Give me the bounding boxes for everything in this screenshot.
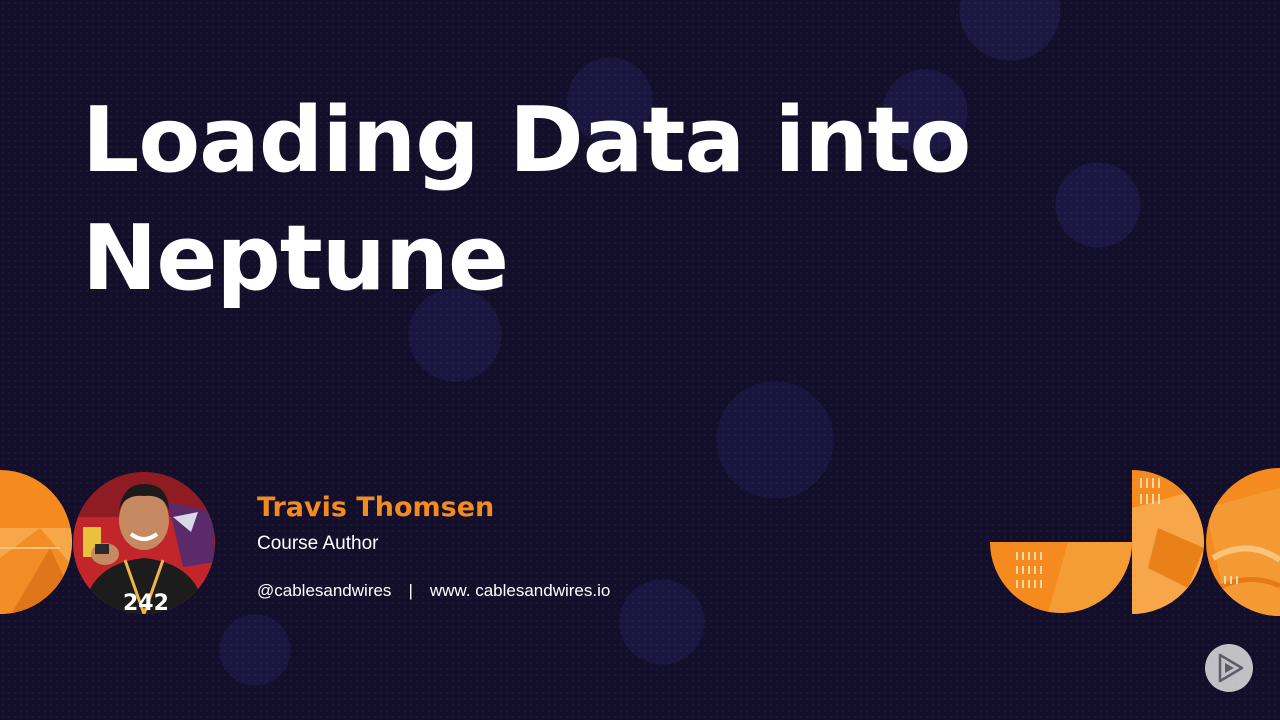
slide-title: Loading Data into Neptune xyxy=(82,82,982,318)
contact-separator: | xyxy=(408,581,413,600)
author-handle: @cablesandwires xyxy=(257,581,392,600)
author-website: www. cablesandwires.io xyxy=(429,581,611,600)
orange-shapes-decoration-right xyxy=(988,468,1280,618)
author-contact: @cablesandwires | www. cablesandwires.io xyxy=(257,579,610,603)
orange-circle-decoration-left xyxy=(0,468,74,616)
author-photo-icon: 242 xyxy=(73,472,215,614)
svg-text:242: 242 xyxy=(123,591,169,614)
slide-title-line-2: Neptune xyxy=(82,206,509,311)
play-icon xyxy=(1218,653,1244,683)
author-name: Travis Thomsen xyxy=(257,492,495,523)
title-slide: Loading Data into Neptune 242 Travis Tho… xyxy=(0,0,1280,720)
author-role: Course Author xyxy=(257,533,379,554)
slide-title-line-1: Loading Data into xyxy=(82,88,971,193)
play-button[interactable] xyxy=(1205,644,1253,692)
